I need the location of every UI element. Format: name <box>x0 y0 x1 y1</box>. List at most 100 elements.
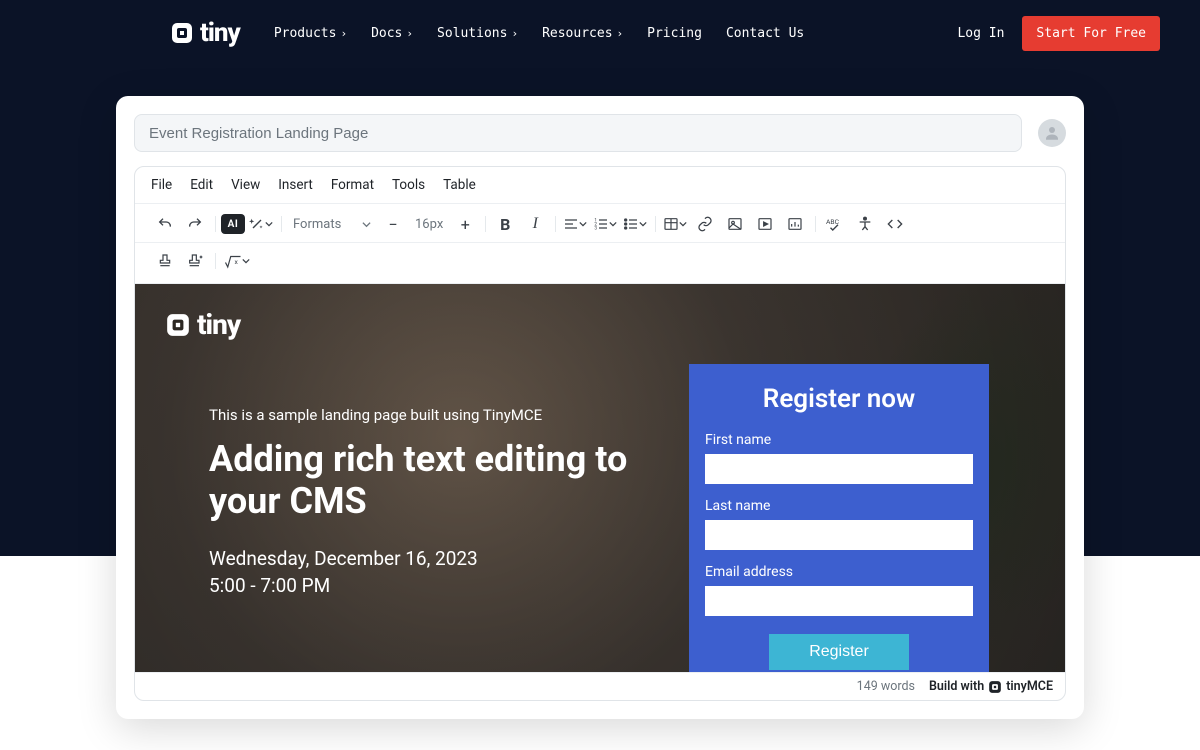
table-button[interactable] <box>661 210 689 238</box>
chevron-down-icon <box>579 220 587 228</box>
menu-tools[interactable]: Tools <box>392 177 425 193</box>
toolbar: AI Formats − 16px + B I 123 <box>135 204 1065 243</box>
magic-button[interactable] <box>247 210 275 238</box>
table-icon <box>663 216 679 232</box>
nav-resources[interactable]: Resources› <box>542 26 623 41</box>
accessibility-icon <box>857 216 873 232</box>
tinymce-editor: File Edit View Insert Format Tools Table… <box>134 166 1066 701</box>
bold-icon: B <box>500 215 510 234</box>
numbered-list-button[interactable]: 123 <box>591 210 619 238</box>
canvas-time: 5:00 - 7:00 PM <box>209 574 669 597</box>
last-name-input[interactable] <box>705 520 973 550</box>
nav-docs[interactable]: Docs› <box>371 26 413 41</box>
chevron-right-icon: › <box>617 27 624 40</box>
register-button[interactable]: Register <box>769 634 909 670</box>
fontsize-decrease[interactable]: − <box>379 210 407 238</box>
nav-solutions[interactable]: Solutions› <box>437 26 518 41</box>
register-title: Register now <box>705 384 973 414</box>
image-button[interactable] <box>721 210 749 238</box>
nav-contact[interactable]: Contact Us <box>726 26 804 41</box>
login-link[interactable]: Log In <box>957 26 1004 41</box>
equation-button[interactable]: x <box>223 247 251 275</box>
top-nav: tiny Products› Docs› Solutions› Resource… <box>0 0 1200 66</box>
brand-logo[interactable]: tiny <box>170 18 240 48</box>
svg-text:3: 3 <box>595 225 598 231</box>
ai-button[interactable]: AI <box>221 214 245 234</box>
code-icon <box>887 216 903 232</box>
play-box-icon <box>757 216 773 232</box>
tiny-logo-icon <box>170 21 194 45</box>
chevron-down-icon <box>639 220 647 228</box>
formats-select[interactable]: Formats <box>287 217 377 232</box>
first-name-label: First name <box>705 432 973 448</box>
nav-pricing[interactable]: Pricing <box>647 26 702 41</box>
menubar: File Edit View Insert Format Tools Table <box>135 167 1065 204</box>
align-button[interactable] <box>561 210 589 238</box>
chevron-down-icon <box>265 220 273 228</box>
canvas-headline: Adding rich text editing to your CMS <box>209 438 669 523</box>
chevron-right-icon: › <box>511 27 518 40</box>
bold-button[interactable]: B <box>491 210 519 238</box>
toolbar-row-2: x <box>135 243 1065 284</box>
editor-card: File Edit View Insert Format Tools Table… <box>116 96 1084 719</box>
chart-box-icon <box>787 216 803 232</box>
canvas-brand: tiny <box>165 308 240 341</box>
link-icon <box>697 216 713 232</box>
chevron-down-icon <box>242 257 250 265</box>
statusbar: 149 words Build with tinyMCE <box>135 672 1065 700</box>
menu-file[interactable]: File <box>151 177 172 193</box>
undo-button[interactable] <box>151 210 179 238</box>
stamp-icon <box>157 253 173 269</box>
pageembed-button[interactable] <box>781 210 809 238</box>
link-button[interactable] <box>691 210 719 238</box>
built-with-link[interactable]: Build with tinyMCE <box>929 679 1053 694</box>
stamp-plus-icon <box>186 253 204 269</box>
stamp-add-button[interactable] <box>181 247 209 275</box>
chevron-right-icon: › <box>340 27 347 40</box>
start-free-button[interactable]: Start For Free <box>1022 16 1160 51</box>
numbered-list-icon: 123 <box>593 216 609 232</box>
canvas-subtitle: This is a sample landing page built usin… <box>209 406 669 424</box>
user-avatar[interactable] <box>1038 119 1066 147</box>
bullet-list-button[interactable] <box>621 210 649 238</box>
align-left-icon <box>563 216 579 232</box>
canvas-date: Wednesday, December 16, 2023 <box>209 547 669 570</box>
menu-view[interactable]: View <box>231 177 260 193</box>
tiny-logo-icon <box>165 312 191 338</box>
brand-text: tiny <box>200 18 240 48</box>
italic-icon: I <box>533 215 538 233</box>
first-name-input[interactable] <box>705 454 973 484</box>
email-input[interactable] <box>705 586 973 616</box>
media-button[interactable] <box>751 210 779 238</box>
menu-insert[interactable]: Insert <box>278 177 313 193</box>
spellcheck-button[interactable]: ABC <box>821 210 849 238</box>
editor-canvas[interactable]: tiny This is a sample landing page built… <box>135 284 1065 672</box>
nav-products[interactable]: Products› <box>274 26 347 41</box>
fontsize-input[interactable]: 16px <box>409 217 449 232</box>
spellcheck-icon: ABC <box>826 216 844 232</box>
menu-table[interactable]: Table <box>443 177 476 193</box>
chevron-down-icon <box>362 220 371 229</box>
document-title-input[interactable] <box>134 114 1022 152</box>
menu-format[interactable]: Format <box>331 177 374 193</box>
email-label: Email address <box>705 564 973 580</box>
redo-button[interactable] <box>181 210 209 238</box>
word-count[interactable]: 149 words <box>857 679 915 694</box>
tiny-logo-icon <box>988 680 1002 694</box>
undo-icon <box>157 216 173 232</box>
person-icon <box>1043 124 1061 142</box>
chevron-down-icon <box>679 220 687 228</box>
menu-edit[interactable]: Edit <box>190 177 213 193</box>
bullet-list-icon <box>623 216 639 232</box>
wand-icon <box>249 216 265 232</box>
register-card: Register now First name Last name Email … <box>689 364 989 672</box>
image-icon <box>727 216 743 232</box>
stamp-button[interactable] <box>151 247 179 275</box>
code-button[interactable] <box>881 210 909 238</box>
italic-button[interactable]: I <box>521 210 549 238</box>
nav-items: Products› Docs› Solutions› Resources› Pr… <box>274 26 958 41</box>
accessibility-button[interactable] <box>851 210 879 238</box>
chevron-right-icon: › <box>406 27 413 40</box>
redo-icon <box>187 216 203 232</box>
fontsize-increase[interactable]: + <box>451 210 479 238</box>
